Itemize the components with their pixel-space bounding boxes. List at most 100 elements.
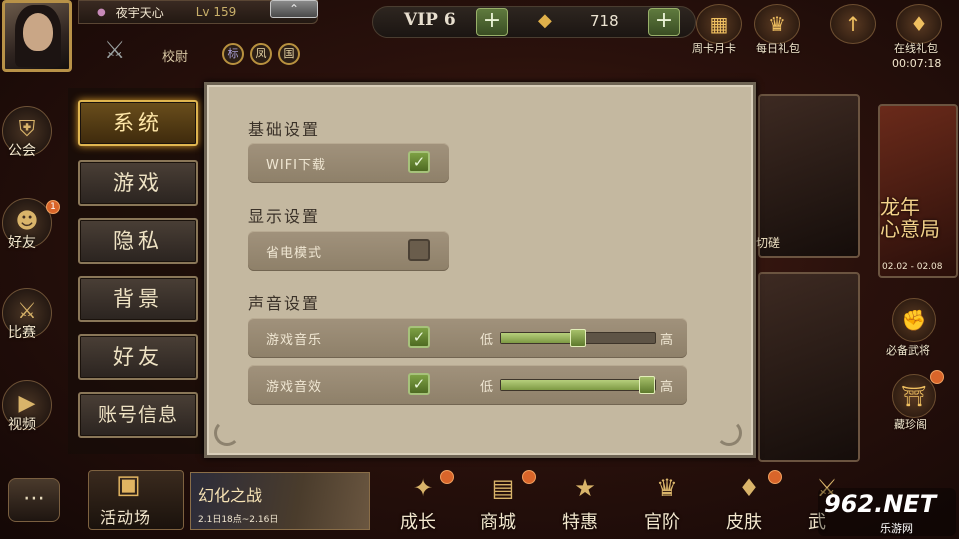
player-name: 夜宇天心 xyxy=(115,5,164,20)
pagoda-icon: ↑ xyxy=(844,12,862,36)
weekly-card-label: 周卡月卡 xyxy=(692,42,736,55)
banner-title: 幻化之战 xyxy=(198,486,263,505)
daily-gift-label: 每日礼包 xyxy=(756,42,800,55)
discount-icon: ★ xyxy=(574,474,596,502)
online-timer: 00:07:18 xyxy=(892,57,942,70)
chat-button[interactable]: ⋯ xyxy=(8,478,60,522)
tab-system[interactable]: 系统 xyxy=(78,100,198,146)
person-icon: ● xyxy=(97,6,106,18)
vip-label[interactable]: VIP 6 xyxy=(404,10,456,30)
event-title-line2: 心意局 xyxy=(880,217,940,241)
tab-game[interactable]: 游戏 xyxy=(78,160,198,206)
crossed-swords-icon: ⚔ xyxy=(17,299,37,324)
skin-button[interactable]: ♦ xyxy=(726,474,772,510)
plus-icon: + xyxy=(654,8,674,33)
game-sfx-slider-knob[interactable] xyxy=(639,376,655,394)
game-music-high-label: 高 xyxy=(660,333,674,348)
fist-icon: ✊ xyxy=(901,308,927,332)
play-icon: ▶ xyxy=(18,391,36,416)
gold-plus-button[interactable]: + xyxy=(648,8,680,36)
giftbag-icon: ♛ xyxy=(768,12,786,36)
online-gift-button[interactable]: ♦ xyxy=(896,4,942,44)
rank-title: 校尉 xyxy=(162,50,189,65)
weekly-card-button[interactable]: ▦ xyxy=(696,4,742,44)
official-rank-button[interactable]: ♛ xyxy=(644,474,690,510)
section-title-basic: 基础设置 xyxy=(248,120,321,139)
watermark-subtitle: 乐游网 xyxy=(880,522,913,535)
double-chevron-up-icon: ⌃ xyxy=(288,2,300,16)
event-card-spar-label: 切磋 xyxy=(756,236,781,250)
game-sfx-slider-fill xyxy=(501,380,655,390)
tab-background[interactable]: 背景 xyxy=(78,276,198,322)
skin-label: 皮肤 xyxy=(726,512,762,533)
game-sfx-slider[interactable] xyxy=(500,376,656,394)
treasure-notification-dot xyxy=(930,370,944,384)
must-have-generals-button[interactable]: ✊ xyxy=(892,298,936,342)
game-music-slider-knob[interactable] xyxy=(570,329,586,347)
tab-account-info[interactable]: 账号信息 xyxy=(78,392,198,438)
game-music-slider-fill xyxy=(501,333,578,343)
game-music-label: 游戏音乐 xyxy=(266,333,323,348)
treasure-pavilion-button[interactable]: ⛩ xyxy=(892,374,936,418)
watermark-logo: 962.NET xyxy=(824,490,937,518)
game-sfx-low-label: 低 xyxy=(480,380,494,395)
gift-icon: ♦ xyxy=(910,12,928,36)
tab-privacy[interactable]: 隐私 xyxy=(78,218,198,264)
shop-icon: ▤ xyxy=(491,474,515,502)
shop-notification-dot xyxy=(522,470,536,484)
setting-row-wifi-download: WIFI下载 ✓ xyxy=(248,143,449,183)
vip-plus-button[interactable]: + xyxy=(476,8,508,36)
friends-label: 好友 xyxy=(8,235,36,251)
daily-gift-button[interactable]: ♛ xyxy=(754,4,800,44)
badge-nation[interactable]: 国 xyxy=(278,43,300,65)
treasure-pavilion-icon: ⛩ xyxy=(901,384,927,408)
official-rank-icon: ♛ xyxy=(656,474,678,502)
wifi-download-label: WIFI下载 xyxy=(266,158,326,173)
gold-ingot-icon: ◆ xyxy=(538,10,552,31)
growth-icon: ✦ xyxy=(412,474,434,502)
chat-bubble-icon: ⋯ xyxy=(23,486,45,511)
pagoda-button[interactable]: ↑ xyxy=(830,4,876,44)
event-card-new-year[interactable] xyxy=(878,104,958,278)
section-title-sound: 声音设置 xyxy=(248,294,321,313)
discount-button[interactable]: ★ xyxy=(562,474,608,510)
discount-label: 特惠 xyxy=(562,512,598,533)
setting-row-game-sfx: 游戏音效 ✓ 低 高 xyxy=(248,365,687,405)
power-saving-checkbox[interactable] xyxy=(408,239,430,261)
game-sfx-label: 游戏音效 xyxy=(266,380,323,395)
player-level: Lv 159 xyxy=(195,5,237,19)
tab-friends[interactable]: 好友 xyxy=(78,334,198,380)
player-avatar[interactable] xyxy=(2,0,72,72)
guild-icon: ⛨ xyxy=(18,117,36,142)
event-dates: 02.02 - 02.08 xyxy=(882,262,943,272)
plus-icon: + xyxy=(482,8,502,33)
setting-row-power-saving: 省电模式 xyxy=(248,231,449,271)
rank-helmet-icon: ⚔ xyxy=(104,36,126,64)
event-title-line1: 龙年 xyxy=(880,195,920,219)
panel-corner-ornament-left xyxy=(214,420,240,446)
game-music-checkbox[interactable]: ✓ xyxy=(408,326,430,348)
growth-button[interactable]: ✦ xyxy=(400,474,446,510)
badge-standard[interactable]: 标 xyxy=(222,43,244,65)
official-rank-label: 官阶 xyxy=(644,512,680,533)
wifi-download-checkbox[interactable]: ✓ xyxy=(408,151,430,173)
game-music-low-label: 低 xyxy=(480,333,494,348)
event-card-dragon[interactable] xyxy=(758,272,860,462)
friends-notification-badge: 1 xyxy=(46,200,60,214)
gift-box-icon: ▣ xyxy=(116,470,141,500)
shop-label: 商城 xyxy=(480,512,516,533)
badge-phoenix[interactable]: 凤 xyxy=(250,43,272,65)
power-saving-label: 省电模式 xyxy=(266,246,323,261)
checkmark-icon: ✓ xyxy=(412,375,426,393)
section-title-display: 显示设置 xyxy=(248,207,321,226)
shop-button[interactable]: ▤ xyxy=(480,474,526,510)
must-have-generals-label: 必备武将 xyxy=(886,344,930,357)
friends-icon: ☻ xyxy=(15,209,39,234)
collapse-button[interactable]: ⌃ xyxy=(270,0,318,18)
game-music-slider[interactable] xyxy=(500,329,656,347)
online-gift-label: 在线礼包 xyxy=(894,42,938,55)
skin-notification-dot xyxy=(768,470,782,484)
game-sfx-checkbox[interactable]: ✓ xyxy=(408,373,430,395)
event-title: 龙年 心意局 xyxy=(880,196,940,240)
checkmark-icon: ✓ xyxy=(412,153,426,171)
